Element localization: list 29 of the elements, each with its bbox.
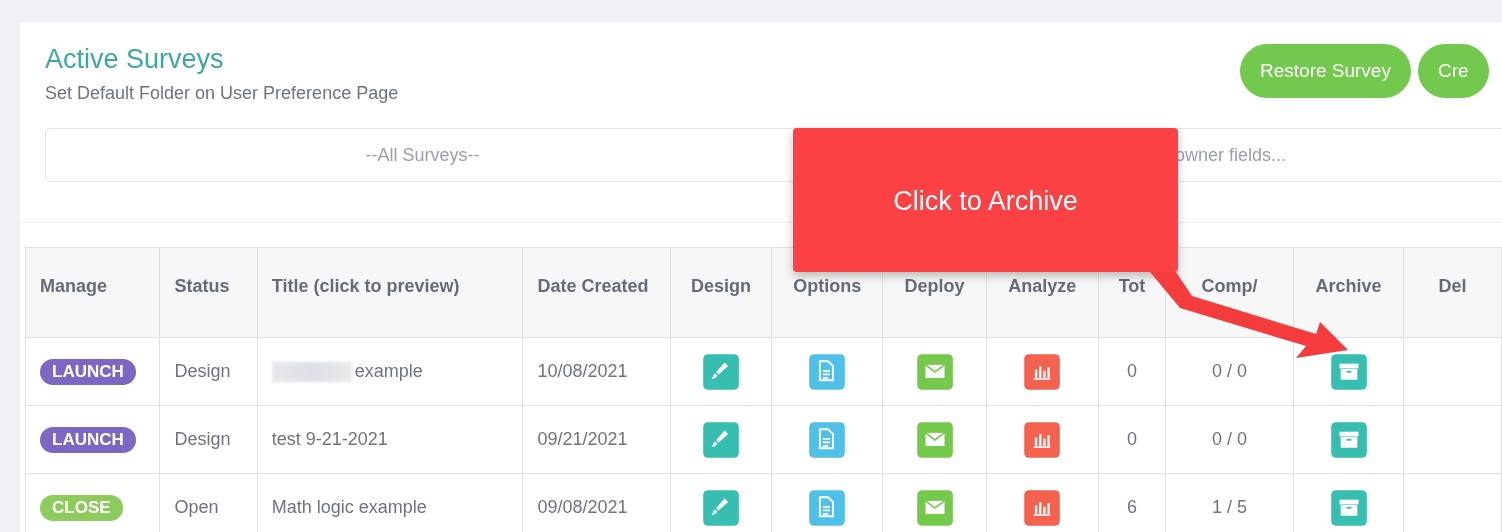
- table-cell: 09/21/2021: [522, 405, 671, 474]
- column-header: Del: [1403, 247, 1502, 338]
- callout-tooltip: Click to Archive: [793, 128, 1178, 272]
- document-icon[interactable]: [808, 420, 847, 459]
- bar-chart-icon[interactable]: [1023, 488, 1062, 527]
- column-header: Status: [159, 247, 258, 338]
- brush-icon[interactable]: [702, 420, 741, 459]
- brush-icon[interactable]: [702, 488, 741, 527]
- table-cell: 0: [1098, 405, 1166, 474]
- page-title: Active Surveys: [45, 44, 225, 75]
- table-cell: Design: [159, 405, 258, 474]
- bar-chart-icon[interactable]: [1023, 352, 1062, 391]
- column-header: Design: [670, 247, 772, 338]
- brush-icon[interactable]: [702, 352, 741, 391]
- table-cell: Design: [159, 337, 258, 406]
- document-icon[interactable]: [808, 488, 847, 527]
- bar-chart-icon[interactable]: [1023, 420, 1062, 459]
- page-subtitle: Set Default Folder on User Preference Page: [45, 83, 400, 104]
- table-cell: 10/08/2021: [522, 337, 671, 406]
- column-header: Title (click to preview): [257, 247, 523, 338]
- column-header: Date Created: [522, 247, 671, 338]
- table-cell: 0: [1098, 337, 1166, 406]
- survey-title-link[interactable]: test 9-21-2021: [271, 429, 388, 449]
- document-icon[interactable]: [808, 352, 847, 391]
- column-header: Manage: [25, 247, 160, 338]
- table-cell: 0 / 0: [1165, 405, 1294, 474]
- survey-title-link[interactable]: Math logic example: [271, 497, 427, 517]
- column-header: Archive: [1293, 247, 1404, 338]
- survey-title-link[interactable]: example: [354, 360, 423, 381]
